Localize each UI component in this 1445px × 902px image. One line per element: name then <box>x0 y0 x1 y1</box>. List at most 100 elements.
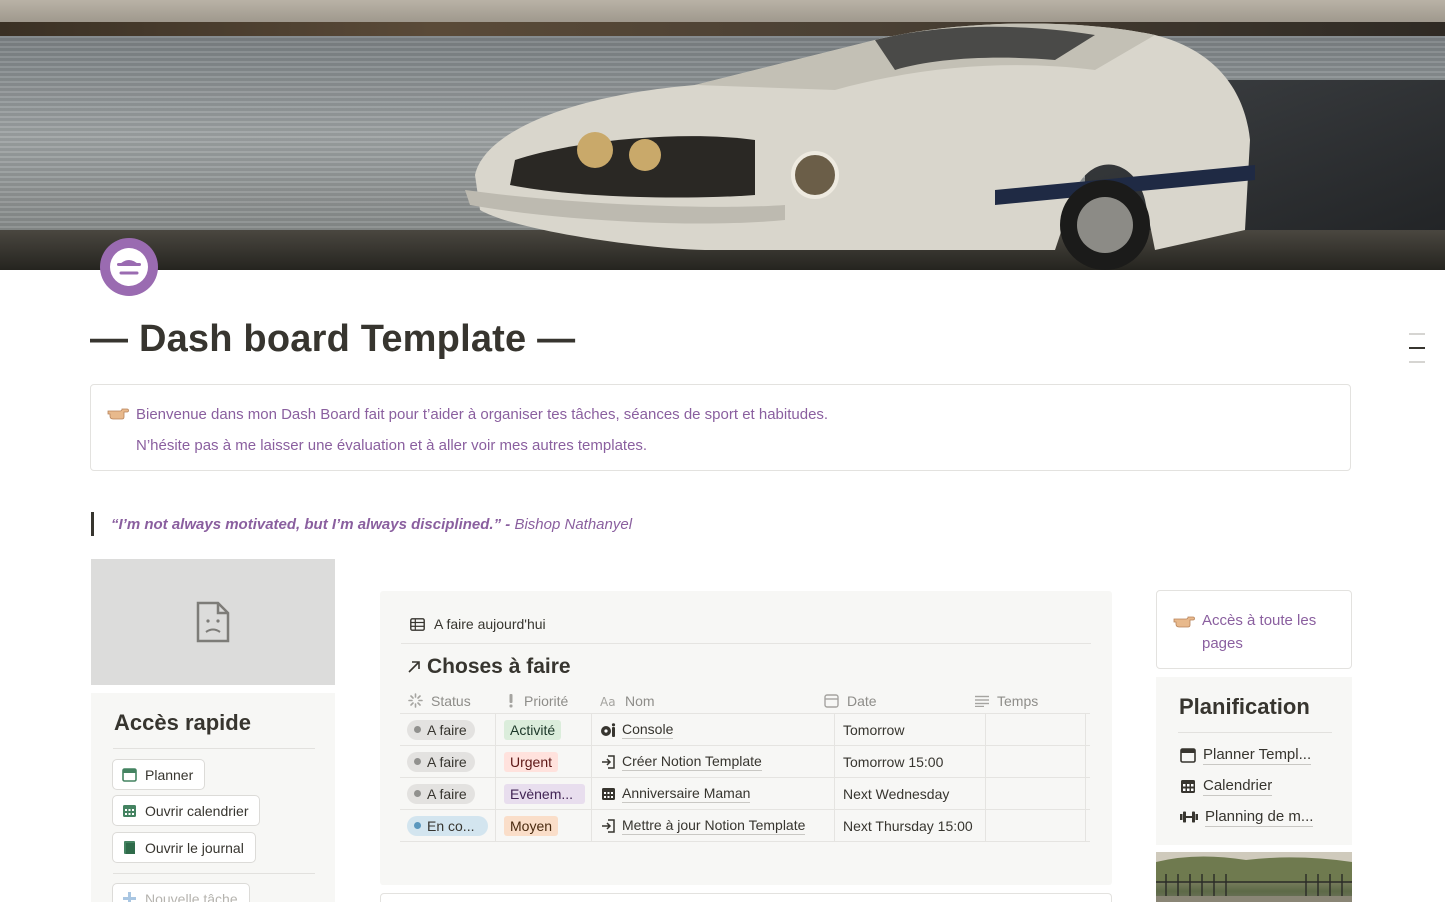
column-date[interactable]: Date <box>824 687 877 714</box>
table-of-contents-indicator[interactable] <box>1409 333 1427 375</box>
quote-text: “I’m not always motivated, but I’m alway… <box>111 516 502 533</box>
open-calendar-button[interactable]: Ouvrir calendrier <box>112 795 261 826</box>
open-journal-button[interactable]: Ouvrir le journal <box>112 832 256 863</box>
status-text: A faire <box>427 753 467 770</box>
time-cell[interactable] <box>986 778 1086 809</box>
page-cover <box>0 0 1445 270</box>
priority-cell[interactable]: Evènem... <box>496 778 592 809</box>
open-calendar-button-label: Ouvrir calendrier <box>145 802 249 819</box>
priority-cell[interactable]: Urgent <box>496 746 592 777</box>
workout-planning-link[interactable]: Planning de m... <box>1180 806 1314 828</box>
priority-tag: Moyen <box>504 815 559 836</box>
status-cell[interactable]: En co... <box>400 810 496 841</box>
table-row[interactable]: A faire Activité Console Tomorrow <box>400 714 1090 746</box>
calendar-grid-icon <box>1181 780 1195 793</box>
status-dot <box>414 822 421 829</box>
column-priority-label: Priorité <box>524 692 569 709</box>
column-name-label: Nom <box>625 692 655 709</box>
toc-line <box>1409 333 1425 335</box>
page-emoji-icon[interactable] <box>100 238 158 296</box>
status-badge: En co... <box>407 815 488 836</box>
database-title-text: Choses à faire <box>427 655 571 678</box>
time-cell[interactable] <box>986 810 1086 841</box>
name-cell[interactable]: Anniversaire Maman <box>592 778 835 809</box>
date-cell[interactable]: Tomorrow 15:00 <box>835 746 986 777</box>
table-row[interactable]: A faire Evènem... Anniversaire Maman Nex… <box>400 778 1090 810</box>
status-text: A faire <box>427 721 467 738</box>
time-cell[interactable] <box>986 714 1086 745</box>
column-time[interactable]: Temps <box>975 687 1038 714</box>
column-name[interactable]: Aa Nom <box>600 687 655 714</box>
task-name[interactable]: Créer Notion Template <box>601 753 762 771</box>
calendar-icon <box>122 768 137 782</box>
divider <box>401 643 1091 644</box>
status-cell[interactable]: A faire <box>400 778 496 809</box>
priority-cell[interactable]: Moyen <box>496 810 592 841</box>
all-pages-callout[interactable]: Accès à toute les pages <box>1156 590 1352 669</box>
database-view-name: A faire aujourd'hui <box>434 616 546 632</box>
all-pages-text: Accès à toute les pages <box>1202 612 1317 652</box>
column-status[interactable]: Status <box>408 687 471 714</box>
broken-image-placeholder[interactable] <box>91 559 335 685</box>
welcome-callout: Bienvenue dans mon Dash Board fait pour … <box>90 384 1351 471</box>
pointing-hand-icon <box>107 408 129 420</box>
database-title[interactable]: Choses à faire <box>407 655 571 679</box>
column-date-label: Date <box>847 692 877 709</box>
planner-button[interactable]: Planner <box>112 759 206 790</box>
column-time-label: Temps <box>997 692 1039 709</box>
toc-line <box>1409 361 1425 363</box>
park-fence-illustration <box>1156 852 1352 902</box>
table-header: Status Priorité Aa Nom Date Temps <box>400 687 1090 714</box>
calendar-link[interactable]: Calendrier <box>1180 775 1273 797</box>
text-aa-icon: Aa <box>600 695 616 707</box>
date-cell[interactable]: Tomorrow <box>835 714 986 745</box>
table-row[interactable]: En co... Moyen Mettre à jour Notion Temp… <box>400 810 1090 842</box>
page-title[interactable]: — Dash board Template — <box>90 318 575 361</box>
calendar-grid-icon <box>602 787 615 800</box>
date-cell[interactable]: Next Wednesday <box>835 778 986 809</box>
sign-in-icon <box>602 818 615 833</box>
status-dot <box>414 758 421 765</box>
new-task-button-label: Nouvelle tâche <box>145 890 238 902</box>
quote-author: Bishop Nathanyel <box>514 516 633 533</box>
priority-cell[interactable]: Activité <box>496 714 592 745</box>
time-cell[interactable] <box>986 746 1086 777</box>
calendar-icon <box>824 693 839 708</box>
name-cell[interactable]: Console <box>592 714 835 745</box>
quote-bar <box>91 512 94 536</box>
workout-planning-link-label: Planning de m... <box>1205 807 1314 827</box>
svg-text:Aa: Aa <box>600 695 616 707</box>
database-view-tab[interactable]: A faire aujourd'hui <box>410 616 546 632</box>
new-task-button[interactable]: Nouvelle tâche <box>112 883 250 902</box>
toc-line-active <box>1409 347 1425 349</box>
status-cell[interactable]: A faire <box>400 714 496 745</box>
park-image <box>1156 852 1352 902</box>
planner-template-link-label: Planner Templ... <box>1203 745 1312 765</box>
quick-access-panel: Accès rapide Planner Ouvrir calendrier O… <box>91 693 335 902</box>
table-row[interactable]: A faire Urgent Créer Notion Template Tom… <box>400 746 1090 778</box>
callout-text-line1: Bienvenue dans mon Dash Board fait pour … <box>136 406 829 423</box>
name-cell[interactable]: Créer Notion Template <box>592 746 835 777</box>
tasks-database: A faire aujourd'hui Choses à faire Statu… <box>380 591 1112 885</box>
task-name[interactable]: Anniversaire Maman <box>601 784 751 803</box>
divider <box>113 748 315 749</box>
planning-panel: Planification Planner Templ... Calendrie… <box>1156 677 1352 845</box>
date-cell[interactable]: Next Thursday 15:00 <box>835 810 986 841</box>
column-status-label: Status <box>431 692 471 709</box>
task-name[interactable]: Mettre à jour Notion Template <box>601 816 806 835</box>
task-name-text: Anniversaire Maman <box>622 784 751 803</box>
status-loader-icon <box>408 693 423 708</box>
pointing-hand-icon <box>1173 616 1195 628</box>
planner-button-label: Planner <box>145 766 194 783</box>
task-name-text: Mettre à jour Notion Template <box>622 816 806 835</box>
status-cell[interactable]: A faire <box>400 746 496 777</box>
plus-icon <box>123 892 136 902</box>
status-badge: A faire <box>407 751 475 772</box>
column-priority[interactable]: Priorité <box>506 687 568 714</box>
name-cell[interactable]: Mettre à jour Notion Template <box>592 810 835 841</box>
table-icon <box>410 617 425 631</box>
planner-template-link[interactable]: Planner Templ... <box>1180 744 1312 766</box>
next-block-edge <box>380 893 1112 902</box>
task-name[interactable]: Console <box>601 721 674 739</box>
status-dot <box>414 726 421 733</box>
